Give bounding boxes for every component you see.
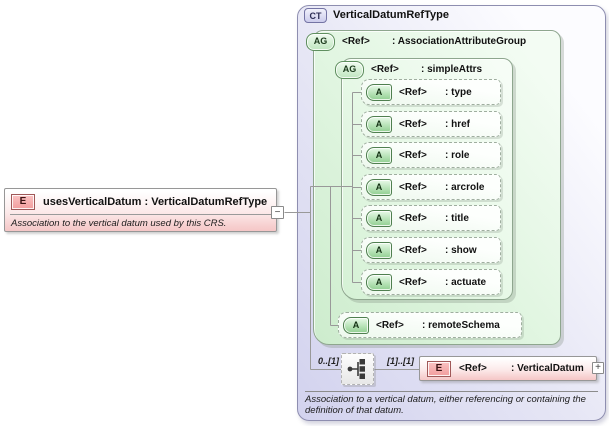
attribute-href[interactable]: A <Ref> : href [361, 111, 501, 137]
attribute-ref: <Ref> [399, 276, 427, 288]
attribute-badge: A [366, 146, 392, 164]
simple-attrs-name: : simpleAttrs [421, 64, 483, 75]
attribute-type[interactable]: A <Ref> : type [361, 79, 501, 105]
attribute-name: : href [445, 118, 470, 130]
attribute-badge: A [366, 273, 392, 291]
simple-attrs-header: AG <Ref> : simpleAttrs [335, 60, 483, 79]
sequence-icon[interactable] [341, 353, 374, 385]
expand-button[interactable]: + [592, 362, 604, 374]
element-annotation: Association to the vertical datum used b… [11, 218, 227, 229]
annotation-divider [305, 391, 598, 392]
complex-type-annotation: Association to a vertical datum, either … [305, 394, 586, 416]
attribute-actuate[interactable]: A <Ref> : actuate [361, 269, 501, 295]
child-element-name: : VerticalDatum [511, 363, 584, 374]
collapse-button[interactable]: − [271, 206, 284, 219]
complex-type-badge: CT [304, 8, 327, 23]
attribute-ref: <Ref> [399, 86, 427, 98]
attribute-badge: A [366, 209, 392, 227]
cardinality-before: 0..[1] [317, 356, 339, 366]
attribute-name: : title [445, 212, 469, 224]
child-element-ref: <Ref> [459, 363, 487, 374]
simple-attrs-ref: <Ref> [371, 64, 399, 75]
attribute-name: : remoteSchema [422, 319, 500, 331]
child-element-verticaldatum[interactable]: E <Ref> : VerticalDatum [419, 356, 597, 381]
attribute-role[interactable]: A <Ref> : role [361, 142, 501, 168]
attribute-ref: <Ref> [399, 244, 427, 256]
attribute-ref: <Ref> [399, 118, 427, 130]
attribute-group-badge: AG [306, 32, 335, 51]
attribute-arcrole[interactable]: A <Ref> : arcrole [361, 174, 501, 200]
attribute-remote-schema[interactable]: A <Ref> : remoteSchema [338, 312, 522, 338]
attribute-name: : show [445, 244, 477, 256]
complex-type-title: VerticalDatumRefType [333, 9, 449, 21]
attribute-badge: A [366, 115, 392, 133]
attribute-ref: <Ref> [376, 319, 404, 331]
element-badge: E [11, 193, 35, 210]
attribute-group-ref: <Ref> [342, 36, 370, 47]
attribute-title[interactable]: A <Ref> : title [361, 205, 501, 231]
attribute-show[interactable]: A <Ref> : show [361, 237, 501, 263]
attribute-badge: A [366, 241, 392, 259]
attribute-group-header: AG <Ref> : AssociationAttributeGroup [306, 32, 527, 51]
attribute-badge: A [343, 316, 369, 334]
simple-attrs-badge: AG [335, 60, 364, 79]
attribute-ref: <Ref> [399, 181, 427, 193]
attribute-ref: <Ref> [399, 149, 427, 161]
cardinality-after: [1]..[1] [387, 356, 414, 366]
attribute-badge: A [366, 178, 392, 196]
attribute-name: : arcrole [445, 181, 485, 193]
element-badge: E [427, 360, 451, 377]
attribute-name: : actuate [445, 276, 487, 288]
attribute-badge: A [366, 83, 392, 101]
attribute-group-name: : AssociationAttributeGroup [392, 36, 527, 47]
attribute-name: : type [445, 86, 472, 98]
attribute-name: : role [445, 149, 470, 161]
element-uses-vertical-datum[interactable]: E usesVerticalDatum : VerticalDatumRefTy… [4, 188, 277, 232]
element-title: usesVerticalDatum : VerticalDatumRefType [43, 195, 268, 208]
sequence-glyph [347, 359, 365, 379]
element-header: E usesVerticalDatum : VerticalDatumRefTy… [5, 189, 276, 214]
attribute-ref: <Ref> [399, 212, 427, 224]
schema-diagram: CT VerticalDatumRefType AG <Ref> : Assoc… [0, 0, 609, 426]
